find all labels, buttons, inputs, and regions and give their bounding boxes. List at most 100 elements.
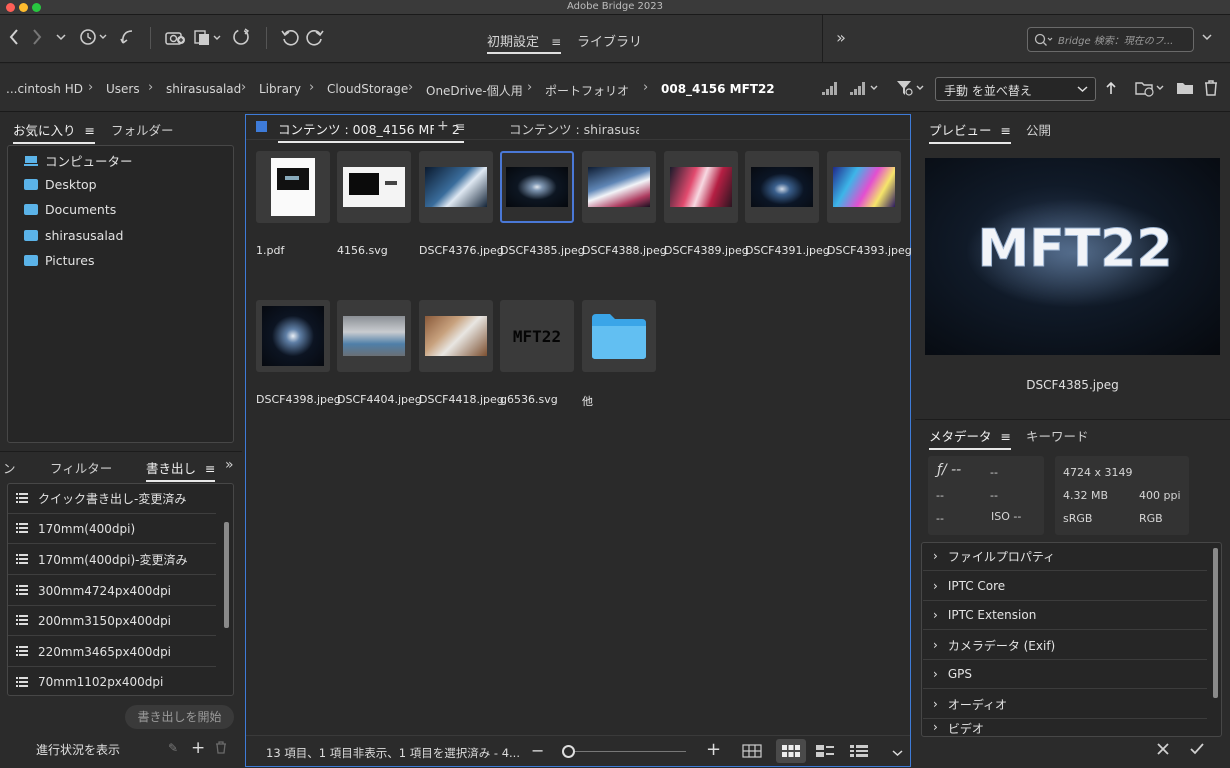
favorite-item-pictures[interactable]: Pictures [24,253,95,268]
thumbnail-item-selected[interactable] [500,151,574,223]
sort-ascending-arrow-icon[interactable] [1103,78,1119,98]
favorite-item-computer[interactable]: コンピューター [24,151,133,170]
workspace-library-tab[interactable]: ライブラリ [577,31,642,50]
tab-publish[interactable]: 公開 [1026,120,1051,139]
thumbnail-item[interactable]: MFT22 [500,300,574,372]
tab-keywords[interactable]: キーワード [1026,426,1089,445]
metadata-section-video[interactable]: › ビデオ [923,720,1207,736]
metadata-section-iptc-core[interactable]: › IPTC Core [923,572,1207,601]
thumbnail-item[interactable] [664,151,738,223]
thumbnail-item[interactable] [582,151,656,223]
sort-dropdown[interactable]: 手動 を並べ替え [935,77,1096,101]
thumbnail-size-slider-track[interactable] [570,751,686,752]
breadcrumb-item[interactable]: OneDrive-個人用 [426,82,523,99]
tab-content-other[interactable]: コンテンツ : shirasusalad [509,119,639,138]
forward-icon[interactable] [28,23,46,51]
new-folder-icon[interactable] [1175,78,1195,98]
thumbnail-item[interactable] [337,300,411,372]
thumbnail-item[interactable] [419,151,493,223]
tab-favorites[interactable]: お気に入り ≡ [13,120,95,144]
thumbnail-item[interactable] [419,300,493,372]
thumbnail-quality-icon[interactable] [849,78,881,98]
get-photos-camera-icon[interactable] [163,23,187,51]
breadcrumb-item[interactable]: Library [259,82,301,96]
zoom-in-icon[interactable]: + [706,739,721,760]
thumbnail-item[interactable] [582,300,656,372]
tab-folders[interactable]: フォルダー [111,120,174,139]
more-workspaces-icon[interactable]: » [832,23,850,51]
metadata-section-camera-exif[interactable]: › カメラデータ (Exif) [923,631,1207,660]
metadata-scrollbar[interactable] [1213,548,1218,698]
quality-icon[interactable] [820,78,840,98]
hamburger-icon[interactable]: ≡ [205,461,215,476]
chevron-right-icon[interactable]: › [148,80,153,95]
chevron-down-icon[interactable] [53,23,69,51]
cancel-x-icon[interactable] [1156,742,1170,759]
breadcrumb-item[interactable]: ...cintosh HD [6,82,83,96]
breadcrumb-item[interactable]: ポートフォリオ [545,82,629,99]
trash-icon[interactable] [1201,78,1221,98]
export-preset-item[interactable]: 300mm4724px400dpi [8,576,216,606]
thumbnail-item[interactable] [256,300,330,372]
start-export-button[interactable]: 書き出しを開始 [125,705,234,729]
view-list-icon[interactable] [850,745,868,760]
new-tab-plus-icon[interactable]: + [434,118,452,134]
edit-preset-pencil-icon[interactable]: ✎ [168,741,178,755]
workspace-essentials-tab[interactable]: 初期設定 ≡ [487,31,562,54]
thumbnail-size-slider-handle[interactable] [562,745,575,758]
favorite-item-desktop[interactable]: Desktop [24,177,97,192]
chevron-down-icon[interactable] [892,746,903,760]
search-input[interactable]: Bridge 検索：現在のフ... [1027,27,1194,52]
export-list-scrollbar[interactable] [224,522,229,628]
tab-preview[interactable]: プレビュー ≡ [929,120,1011,144]
add-preset-icon[interactable]: + [191,738,205,758]
favorite-item-documents[interactable]: Documents [24,202,116,217]
export-preset-item[interactable]: 170mm(400dpi) [8,514,216,544]
metadata-section-gps[interactable]: › GPS [923,660,1207,689]
tab-metadata[interactable]: メタデータ ≡ [929,426,1011,450]
metadata-section-iptc-extension[interactable]: › IPTC Extension [923,601,1207,630]
preview-image[interactable]: MFT22 [925,158,1220,355]
zoom-out-icon[interactable]: − [531,741,544,760]
tab-export[interactable]: 書き出し ≡ [146,458,216,482]
search-options-chevron-icon[interactable] [1198,23,1216,51]
export-preset-item[interactable]: 200mm3150px400dpi [8,606,216,636]
breadcrumb-item[interactable]: shirasusalad [166,82,241,96]
show-progress-link[interactable]: 進行状況を表示 [36,741,120,758]
chevron-right-icon[interactable]: › [408,80,413,95]
export-preset-item[interactable]: クイック書き出し-変更済み [8,484,216,514]
back-icon[interactable] [4,23,24,51]
thumbnail-item[interactable] [337,151,411,223]
refine-icon[interactable] [192,23,224,51]
rotate-right-icon[interactable] [304,23,326,51]
hamburger-icon[interactable]: ≡ [551,35,561,49]
breadcrumb-current[interactable]: 008_4156 MFT22 [661,82,775,96]
chevron-right-icon[interactable]: › [527,80,532,95]
hamburger-icon[interactable]: ≡ [1001,429,1011,444]
delete-preset-trash-icon[interactable] [215,741,227,757]
rotate-left-icon[interactable] [279,23,301,51]
hamburger-icon[interactable]: ≡ [1001,123,1011,138]
thumbnail-item[interactable] [745,151,819,223]
apply-checkmark-icon[interactable] [1189,742,1205,759]
export-preset-item[interactable]: 70mm1102px400dpi [8,667,216,697]
lock-grid-icon[interactable] [742,744,762,761]
hamburger-icon[interactable]: ≡ [455,119,465,134]
tab-filter[interactable]: フィルター [50,458,112,477]
thumbnail-item[interactable] [256,151,330,223]
chevron-right-icon[interactable]: › [241,80,246,95]
chevron-right-icon[interactable]: › [88,80,93,95]
metadata-section-file-properties[interactable]: › ファイルプロパティ [923,542,1207,571]
open-recent-folder-icon[interactable] [1134,78,1166,98]
view-thumbnails-button[interactable] [776,739,806,763]
boomerang-icon[interactable] [116,23,138,51]
hamburger-icon[interactable]: ≡ [85,123,95,138]
breadcrumb-item[interactable]: Users [106,82,140,96]
tab-previous[interactable]: ン [3,458,16,477]
metadata-section-audio[interactable]: › オーディオ [923,690,1207,719]
view-details-icon[interactable] [816,745,834,760]
chevron-right-icon[interactable]: › [309,80,314,95]
favorite-item-home[interactable]: shirasusalad [24,228,123,243]
chevron-right-icon[interactable]: › [643,80,648,95]
export-preset-item[interactable]: 220mm3465px400dpi [8,637,216,667]
